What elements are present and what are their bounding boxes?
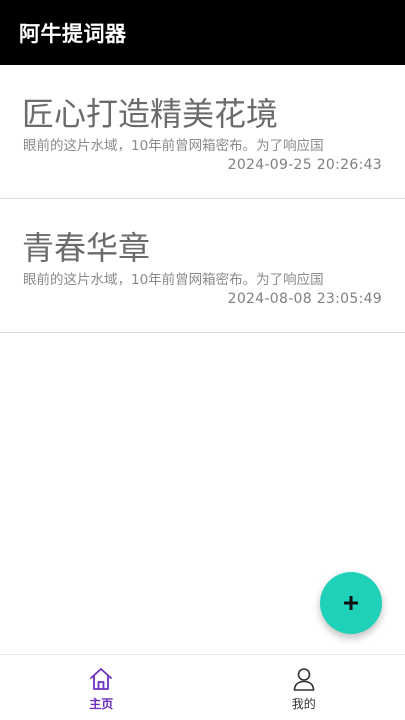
nav-item-profile[interactable]: 我的 [203, 655, 405, 720]
script-timestamp: 2024-09-25 20:26:43 [227, 157, 382, 173]
plus-icon [344, 596, 358, 610]
nav-label-profile: 我的 [291, 697, 316, 711]
script-excerpt: 眼前的这片水域，10年前曾网箱密布。为了响应国 [23, 138, 324, 154]
nav-item-home[interactable]: 主页 [0, 655, 203, 720]
script-title: 青春华章 [22, 229, 151, 267]
script-timestamp: 2024-08-08 23:05:49 [227, 291, 382, 307]
add-script-button[interactable] [320, 572, 382, 634]
user-icon [293, 668, 315, 691]
script-title: 匠心打造精美花境 [22, 95, 279, 133]
home-icon [90, 668, 113, 690]
script-card[interactable]: 青春华章 眼前的这片水域，10年前曾网箱密布。为了响应国 2024-08-08 … [0, 199, 405, 333]
app-screen: 阿牛提词器 匠心打造精美花境 眼前的这片水域，10年前曾网箱密布。为了响应国 2… [0, 0, 405, 720]
script-list: 匠心打造精美花境 眼前的这片水域，10年前曾网箱密布。为了响应国 2024-09… [0, 65, 405, 333]
bottom-navigation: 主页 我的 [0, 654, 405, 720]
app-title: 阿牛提词器 [19, 21, 127, 46]
nav-label-home: 主页 [89, 697, 114, 711]
app-header: 阿牛提词器 [0, 0, 405, 65]
script-card[interactable]: 匠心打造精美花境 眼前的这片水域，10年前曾网箱密布。为了响应国 2024-09… [0, 65, 405, 199]
script-excerpt: 眼前的这片水域，10年前曾网箱密布。为了响应国 [23, 272, 324, 288]
